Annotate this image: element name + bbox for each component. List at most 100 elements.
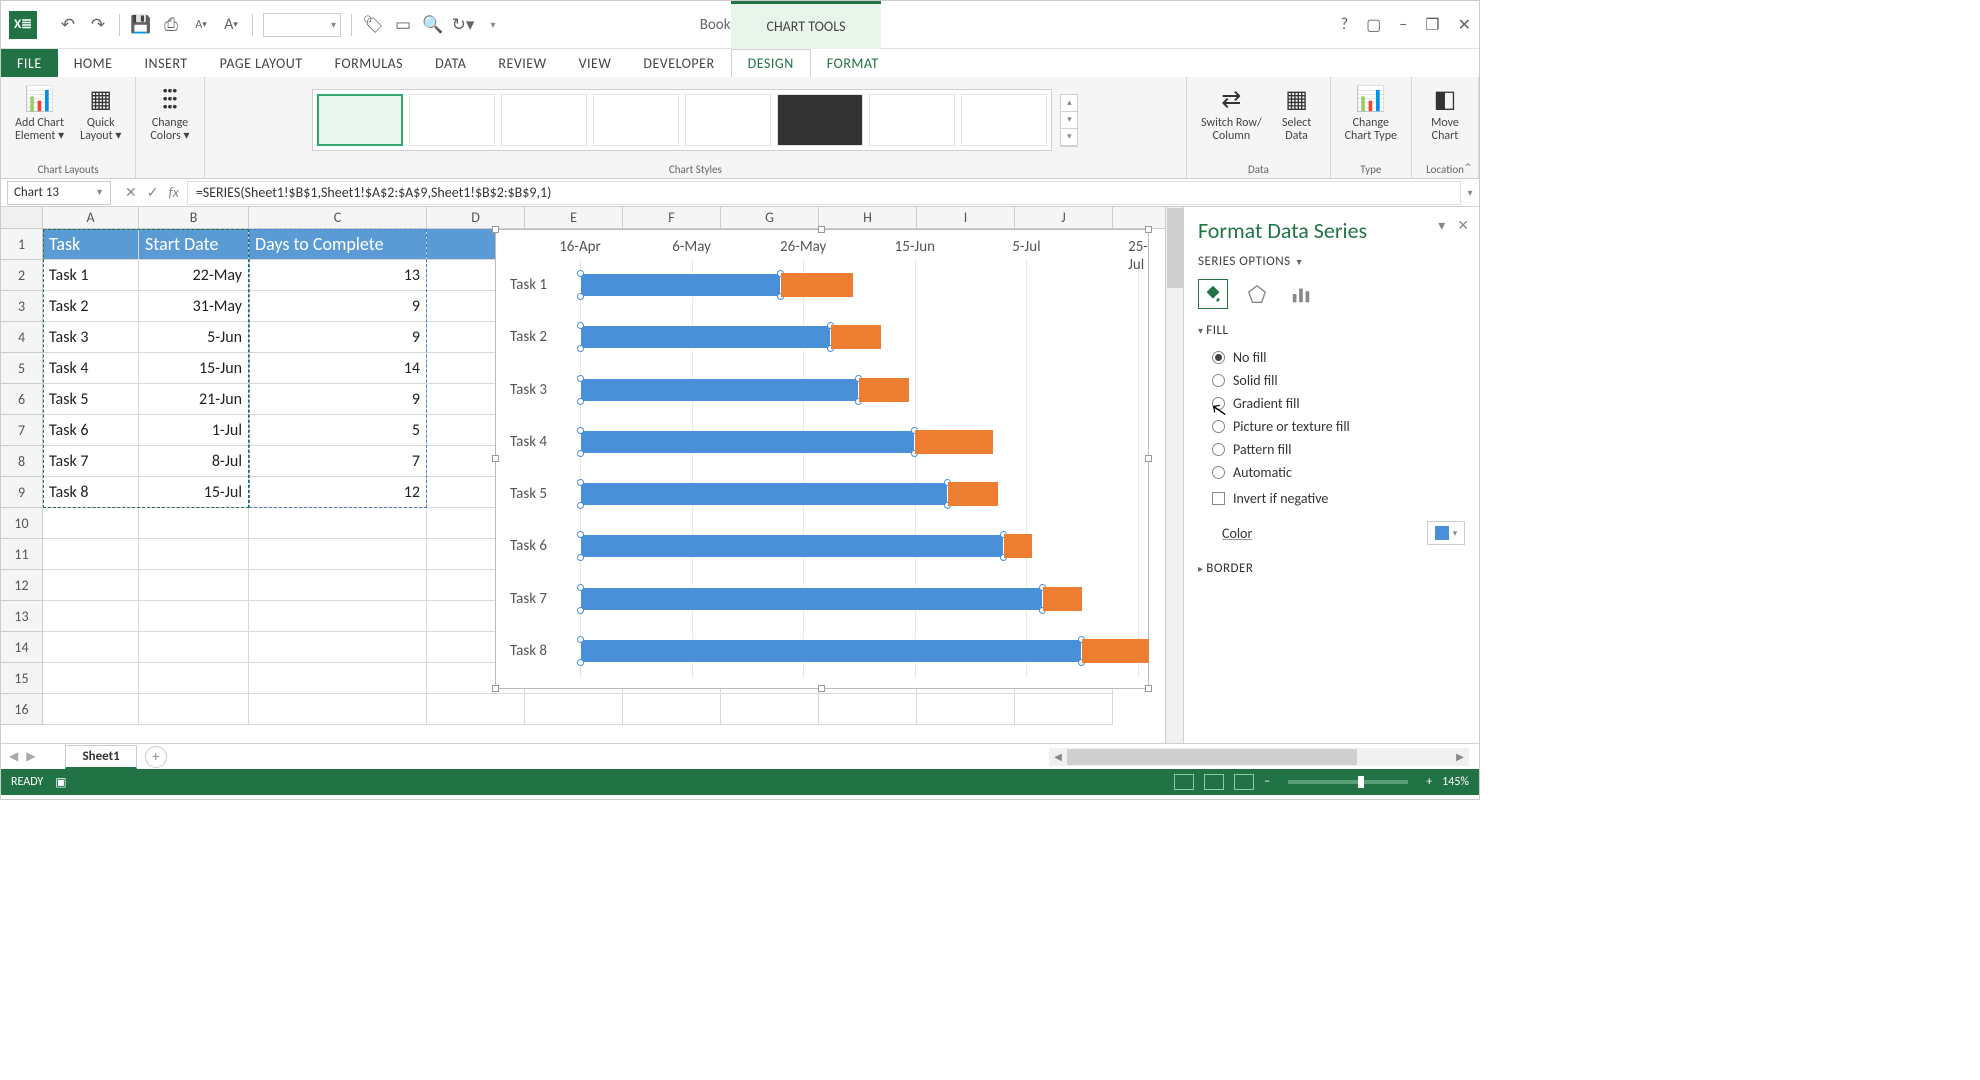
formula-input[interactable]: =SERIES(Sheet1!$B$1,Sheet1!$A$2:$A$9,She… (187, 181, 1461, 205)
view-normal-button[interactable] (1174, 774, 1194, 790)
fill-group-header[interactable]: FILL (1198, 323, 1465, 338)
cell-A3[interactable]: Task 2 (43, 291, 139, 322)
row-header[interactable]: 3 (1, 291, 43, 322)
column-header-B[interactable]: B (139, 207, 249, 228)
qat-more[interactable]: ▾ (478, 10, 508, 40)
tab-data[interactable]: DATA (419, 49, 482, 77)
cell-B1[interactable]: Start Date (139, 229, 249, 260)
tab-design[interactable]: DESIGN (731, 49, 811, 77)
series-days-bar[interactable] (1082, 639, 1149, 663)
cell-B7[interactable]: 1-Jul (139, 415, 249, 446)
cell-C11[interactable] (249, 539, 427, 570)
tab-file[interactable]: FILE (1, 49, 58, 77)
row-header[interactable]: 1 (1, 229, 43, 260)
series-start-date-bar[interactable] (580, 273, 781, 297)
sheet-nav-prev[interactable]: ◀ (9, 749, 18, 764)
cell-B3[interactable]: 31-May (139, 291, 249, 322)
quickprint-button[interactable]: ⎙ (156, 10, 186, 40)
tab-page-layout[interactable]: PAGE LAYOUT (204, 49, 319, 77)
series-options-tab-icon[interactable] (1286, 279, 1316, 309)
cell-C16[interactable] (249, 694, 427, 725)
minimize-button[interactable]: – (1399, 15, 1407, 35)
effects-tab-icon[interactable] (1242, 279, 1272, 309)
series-options-dropdown[interactable]: SERIES OPTIONS▼ (1198, 254, 1465, 269)
cell-B11[interactable] (139, 539, 249, 570)
series-start-date-bar[interactable] (580, 639, 1082, 663)
row-header[interactable]: 16 (1, 694, 43, 725)
qat-btn-3[interactable]: 🔍 (418, 10, 448, 40)
series-days-bar[interactable] (831, 325, 881, 349)
view-page-layout-button[interactable] (1204, 774, 1224, 790)
column-header-H[interactable]: H (819, 207, 917, 228)
vertical-scrollbar[interactable] (1165, 207, 1183, 743)
cell-C9[interactable]: 12 (249, 477, 427, 508)
change-chart-type-button[interactable]: 📊 Change Chart Type (1341, 81, 1401, 145)
series-days-bar[interactable] (948, 482, 998, 506)
column-header-I[interactable]: I (917, 207, 1015, 228)
zoom-level[interactable]: 145% (1442, 775, 1469, 789)
qat-btn-4[interactable]: ↻▾ (448, 10, 478, 40)
row-header[interactable]: 9 (1, 477, 43, 508)
tab-format[interactable]: FORMAT (811, 49, 895, 77)
cell-A16[interactable] (43, 694, 139, 725)
cell-A7[interactable]: Task 6 (43, 415, 139, 446)
cell-F16[interactable] (623, 694, 721, 725)
expand-formula-bar[interactable]: ▾ (1461, 186, 1479, 199)
tab-view[interactable]: VIEW (563, 49, 628, 77)
border-group-header[interactable]: BORDER (1198, 561, 1465, 576)
column-header-G[interactable]: G (721, 207, 819, 228)
chart-style-8[interactable] (961, 94, 1047, 146)
zoom-slider[interactable] (1288, 780, 1408, 784)
fill-option-no-fill[interactable]: No fill (1198, 346, 1465, 369)
collapse-ribbon-button[interactable]: ⌃ (1463, 161, 1473, 176)
series-start-date-bar[interactable] (580, 534, 1004, 558)
cell-B5[interactable]: 15-Jun (139, 353, 249, 384)
series-start-date-bar[interactable] (580, 325, 831, 349)
cell-A9[interactable]: Task 8 (43, 477, 139, 508)
help-button[interactable]: ? (1341, 15, 1348, 35)
series-days-bar[interactable] (1043, 587, 1082, 611)
cell-B15[interactable] (139, 663, 249, 694)
cell-B10[interactable] (139, 508, 249, 539)
cell-C7[interactable]: 5 (249, 415, 427, 446)
row-header[interactable]: 7 (1, 415, 43, 446)
select-all-corner[interactable] (1, 207, 43, 228)
move-chart-button[interactable]: ◧ Move Chart (1422, 81, 1468, 145)
select-data-button[interactable]: ▦ Select Data (1274, 81, 1320, 145)
fill-option-picture-or-texture-fill[interactable]: Picture or texture fill (1198, 415, 1465, 438)
view-page-break-button[interactable] (1234, 774, 1254, 790)
row-header[interactable]: 14 (1, 632, 43, 663)
chart-style-5[interactable] (685, 94, 771, 146)
cell-B9[interactable]: 15-Jul (139, 477, 249, 508)
cell-C4[interactable]: 9 (249, 322, 427, 353)
cell-A10[interactable] (43, 508, 139, 539)
fill-line-tab-icon[interactable] (1198, 279, 1228, 309)
chart-style-6[interactable] (777, 94, 863, 146)
row-header[interactable]: 2 (1, 260, 43, 291)
qat-btn-2[interactable]: ▭ (388, 10, 418, 40)
cancel-formula-button[interactable]: ✕ (125, 184, 137, 201)
cell-D16[interactable] (427, 694, 525, 725)
tab-home[interactable]: HOME (58, 49, 129, 77)
fill-option-pattern-fill[interactable]: Pattern fill (1198, 438, 1465, 461)
series-days-bar[interactable] (781, 273, 854, 297)
save-button[interactable]: 💾 (126, 10, 156, 40)
undo-button[interactable]: ↶ (53, 10, 83, 40)
cell-H16[interactable] (819, 694, 917, 725)
cell-B12[interactable] (139, 570, 249, 601)
fill-option-solid-fill[interactable]: Solid fill (1198, 369, 1465, 392)
qat-btn-1[interactable]: 🏷 (358, 10, 388, 40)
chart-style-1[interactable] (317, 94, 403, 146)
change-colors-button[interactable]: ●●●●●●●●● Change Colors ▾ (146, 81, 193, 145)
ribbon-display-button[interactable]: ▢ (1366, 15, 1381, 35)
chart-plot-area[interactable]: 16-Apr6-May26-May15-Jun5-Jul25-JulTask 1… (580, 260, 1138, 678)
cell-B4[interactable]: 5-Jun (139, 322, 249, 353)
quick-layout-button[interactable]: ▦ Quick Layout ▾ (76, 81, 125, 145)
cell-E16[interactable] (525, 694, 623, 725)
embedded-chart[interactable]: 16-Apr6-May26-May15-Jun5-Jul25-JulTask 1… (495, 229, 1149, 689)
column-header-D[interactable]: D (427, 207, 525, 228)
cell-C3[interactable]: 9 (249, 291, 427, 322)
cell-C5[interactable]: 14 (249, 353, 427, 384)
column-header-J[interactable]: J (1015, 207, 1113, 228)
row-header[interactable]: 4 (1, 322, 43, 353)
